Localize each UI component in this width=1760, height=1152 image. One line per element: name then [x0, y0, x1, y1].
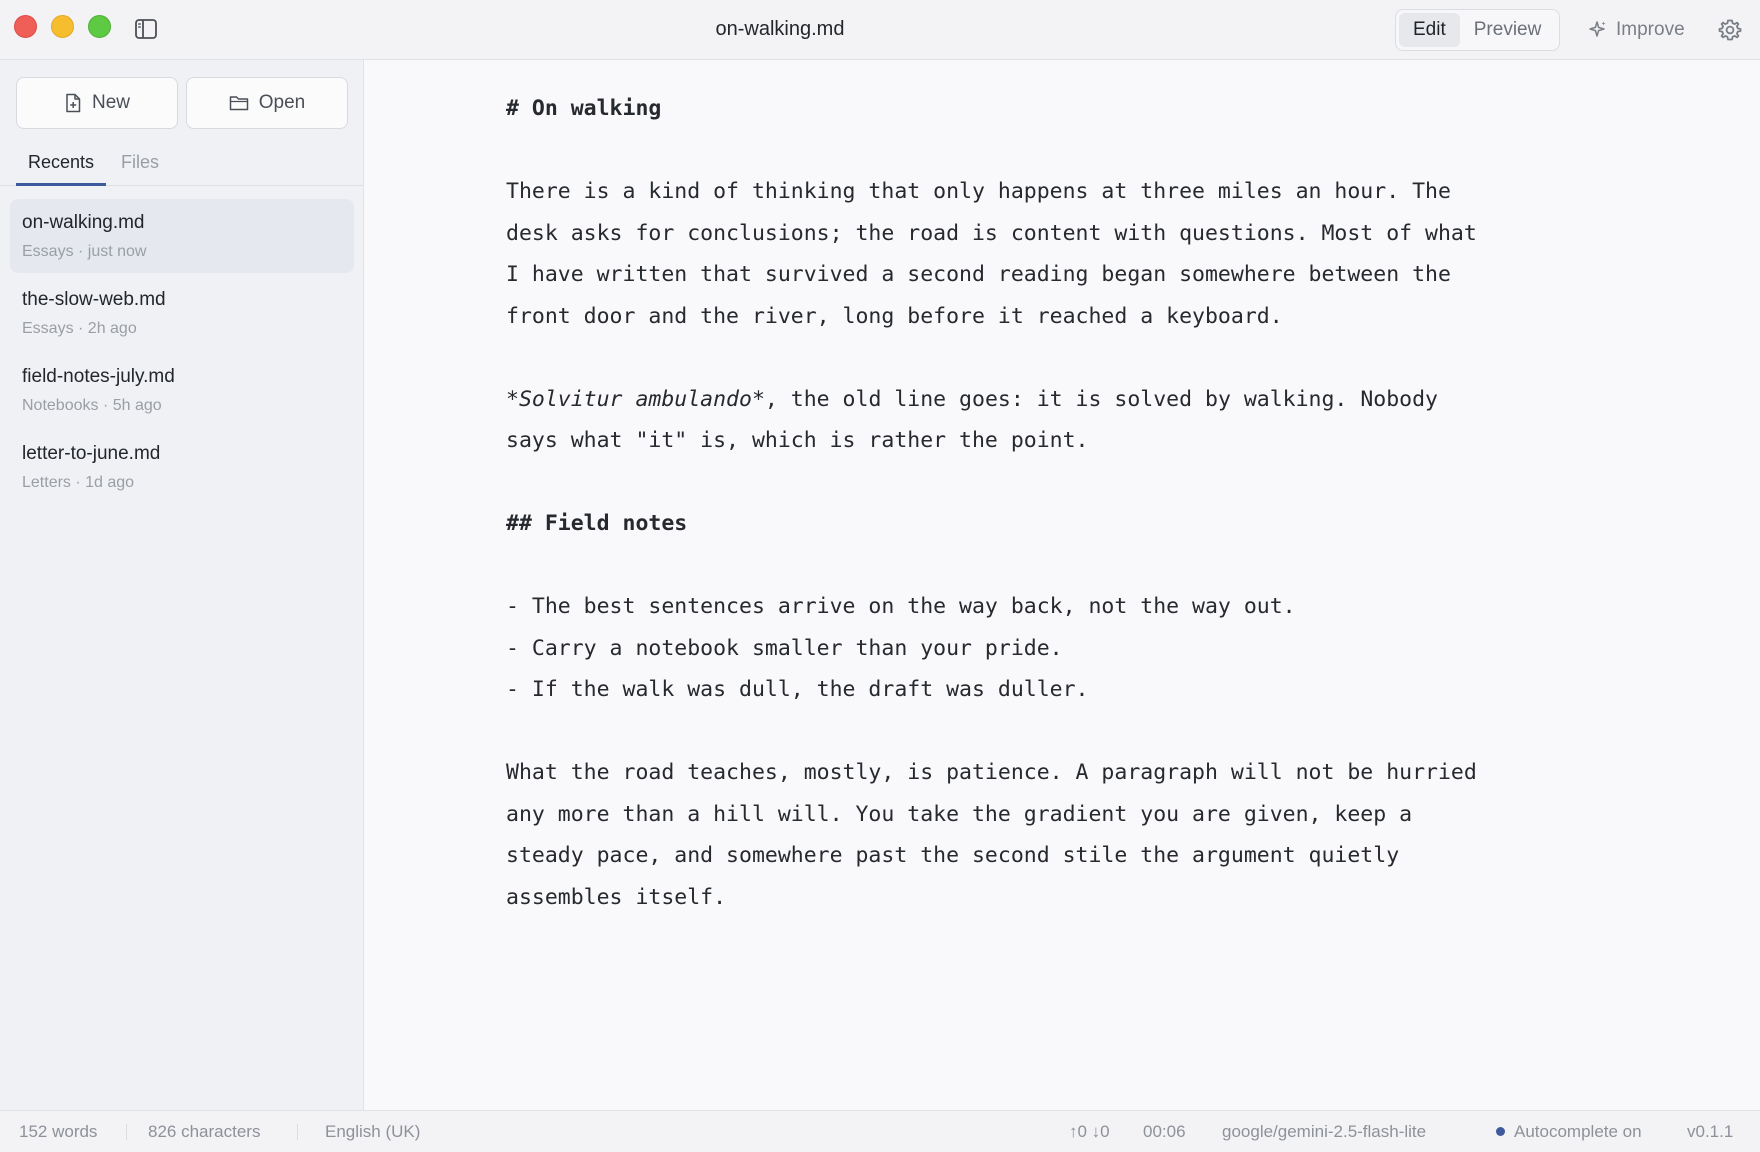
file-name: letter-to-june.md: [22, 443, 161, 464]
mode-switch: Edit Preview: [1395, 9, 1560, 51]
edit-mode-button[interactable]: Edit: [1399, 13, 1460, 47]
sidebar-toggle-icon[interactable]: [134, 18, 158, 40]
sidebar: New Open Recents Files on-walking.md Ess…: [0, 60, 364, 1110]
editor-line: What the road teaches, mostly, is patien…: [506, 760, 1477, 785]
app-window: on-walking.md Edit Preview Improve New O…: [0, 0, 1760, 1152]
open-button-label: Open: [258, 92, 306, 113]
folder-icon: [229, 96, 248, 111]
improve-label: Improve: [1616, 19, 1685, 40]
editor-line: - The best sentences arrive on the way b…: [506, 594, 1296, 619]
improve-button[interactable]: Improve: [1588, 14, 1685, 46]
editor-line: I have written that survived a second re…: [506, 262, 1451, 287]
sparkle-icon: [1589, 21, 1606, 37]
model-selector[interactable]: google/gemini-2.5-flash-lite: [1222, 1111, 1426, 1152]
preview-mode-button[interactable]: Preview: [1460, 13, 1556, 47]
recent-file-item[interactable]: on-walking.md Essays · just now: [10, 199, 354, 273]
editor-line: *Solvitur ambulando*, the old line goes:…: [506, 386, 1438, 412]
tab-recents[interactable]: Recents: [16, 142, 106, 186]
autocomplete-toggle[interactable]: Autocomplete on: [1496, 1111, 1642, 1152]
sidebar-tabs: Recents Files: [0, 142, 363, 186]
editor-line: desk asks for conclusions; the road is c…: [506, 220, 1477, 246]
file-meta: Essays · just now: [22, 243, 147, 260]
gear-icon[interactable]: [1717, 17, 1743, 43]
editor-line: front door and the river, long before it…: [506, 303, 1283, 329]
divider: [297, 1124, 298, 1140]
new-button-label: New: [91, 92, 130, 113]
minimize-window-button[interactable]: [51, 15, 74, 38]
language-selector[interactable]: English (UK): [325, 1111, 420, 1152]
file-meta: Notebooks · 5h ago: [22, 397, 162, 414]
editor-line: steady pace, and somewhere past the seco…: [506, 843, 1400, 868]
status-bar: 152 words 826 characters English (UK) ↑0…: [0, 1110, 1760, 1152]
version-label: v0.1.1: [1687, 1122, 1734, 1141]
markdown-editor[interactable]: # On walking There is a kind of thinking…: [506, 88, 1606, 918]
editor-line: - If the walk was dull, the draft was du…: [506, 677, 1089, 702]
new-file-button[interactable]: New: [16, 77, 178, 129]
tab-files[interactable]: Files: [121, 142, 159, 186]
file-name: the-slow-web.md: [22, 289, 166, 310]
title-bar: on-walking.md Edit Preview Improve: [0, 0, 1760, 60]
editor-line: says what "it" is, which is rather the p…: [506, 428, 1089, 453]
word-count: 152 words: [19, 1122, 98, 1141]
recent-file-item[interactable]: the-slow-web.md Essays · 2h ago: [10, 276, 354, 350]
window-title: on-walking.md: [715, 18, 845, 40]
editor-line: assembles itself.: [506, 884, 727, 910]
file-name: on-walking.md: [22, 212, 145, 233]
status-dot-icon: [1496, 1127, 1505, 1136]
editor-line: - Carry a notebook smaller than your pri…: [506, 635, 1063, 661]
zoom-window-button[interactable]: [88, 15, 111, 38]
divider: [126, 1124, 127, 1140]
sync-status: ↑0 ↓0: [1069, 1122, 1110, 1141]
editor-pane[interactable]: # On walking There is a kind of thinking…: [365, 60, 1760, 1110]
recent-file-item[interactable]: letter-to-june.md Letters · 1d ago: [10, 430, 354, 504]
editor-line: ## Field notes: [506, 511, 688, 536]
file-meta: Essays · 2h ago: [22, 320, 137, 337]
new-file-icon: [66, 93, 81, 113]
open-file-button[interactable]: Open: [186, 77, 348, 129]
recent-file-item[interactable]: field-notes-july.md Notebooks · 5h ago: [10, 353, 354, 427]
character-count: 826 characters: [148, 1122, 261, 1141]
italic-text: Solvitur ambulando: [518, 386, 752, 412]
editor-line: There is a kind of thinking that only ha…: [506, 179, 1451, 204]
editor-line: any more than a hill will. You take the …: [506, 801, 1413, 827]
editor-line: # On walking: [506, 96, 662, 121]
session-timer: 00:06: [1143, 1122, 1186, 1141]
file-name: field-notes-july.md: [22, 366, 175, 387]
autocomplete-label: Autocomplete on: [1514, 1122, 1642, 1141]
file-meta: Letters · 1d ago: [22, 474, 135, 491]
close-window-button[interactable]: [14, 15, 37, 38]
